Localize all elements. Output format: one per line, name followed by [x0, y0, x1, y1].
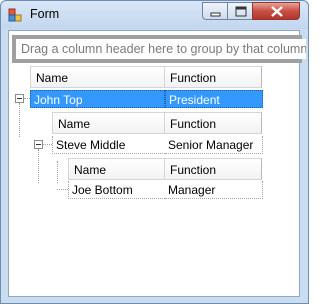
maximize-icon: [235, 6, 247, 17]
group-panel-text: Drag a column header here to group by th…: [16, 39, 306, 59]
row-name-cell[interactable]: Steve Middle: [52, 136, 165, 154]
row-function-cell[interactable]: President: [165, 90, 263, 108]
column-header-name[interactable]: Name: [30, 66, 165, 88]
form-window: Form Drag a column header here to group …: [0, 0, 309, 304]
app-icon: [8, 8, 22, 22]
tree-line: [43, 144, 52, 145]
tree-line: [19, 103, 20, 137]
collapse-icon[interactable]: [34, 140, 43, 149]
column-header-function[interactable]: Function: [164, 112, 262, 134]
row-name-cell[interactable]: John Top: [30, 90, 165, 108]
title-bar[interactable]: Form: [1, 1, 308, 29]
close-icon: [271, 6, 283, 17]
column-header-function[interactable]: Function: [164, 66, 262, 88]
tree-line: [57, 189, 68, 190]
tree-line: [57, 161, 58, 183]
row-function-cell[interactable]: Senior Manager: [165, 136, 263, 154]
window-title: Form: [30, 7, 60, 21]
minimize-icon: [210, 12, 221, 17]
maximize-button[interactable]: [227, 2, 253, 20]
tree-line: [38, 149, 39, 183]
row-function-cell[interactable]: Manager: [165, 181, 263, 199]
column-header-name[interactable]: Name: [68, 158, 165, 180]
close-button[interactable]: [252, 2, 300, 20]
column-header-name[interactable]: Name: [52, 112, 165, 134]
grid-control: Drag a column header here to group by th…: [8, 30, 306, 297]
row-name-cell[interactable]: Joe Bottom: [68, 181, 165, 199]
collapse-icon[interactable]: [15, 94, 24, 103]
minimize-button[interactable]: [202, 2, 228, 20]
group-panel[interactable]: Drag a column header here to group by th…: [12, 35, 306, 63]
column-header-function[interactable]: Function: [164, 158, 262, 180]
